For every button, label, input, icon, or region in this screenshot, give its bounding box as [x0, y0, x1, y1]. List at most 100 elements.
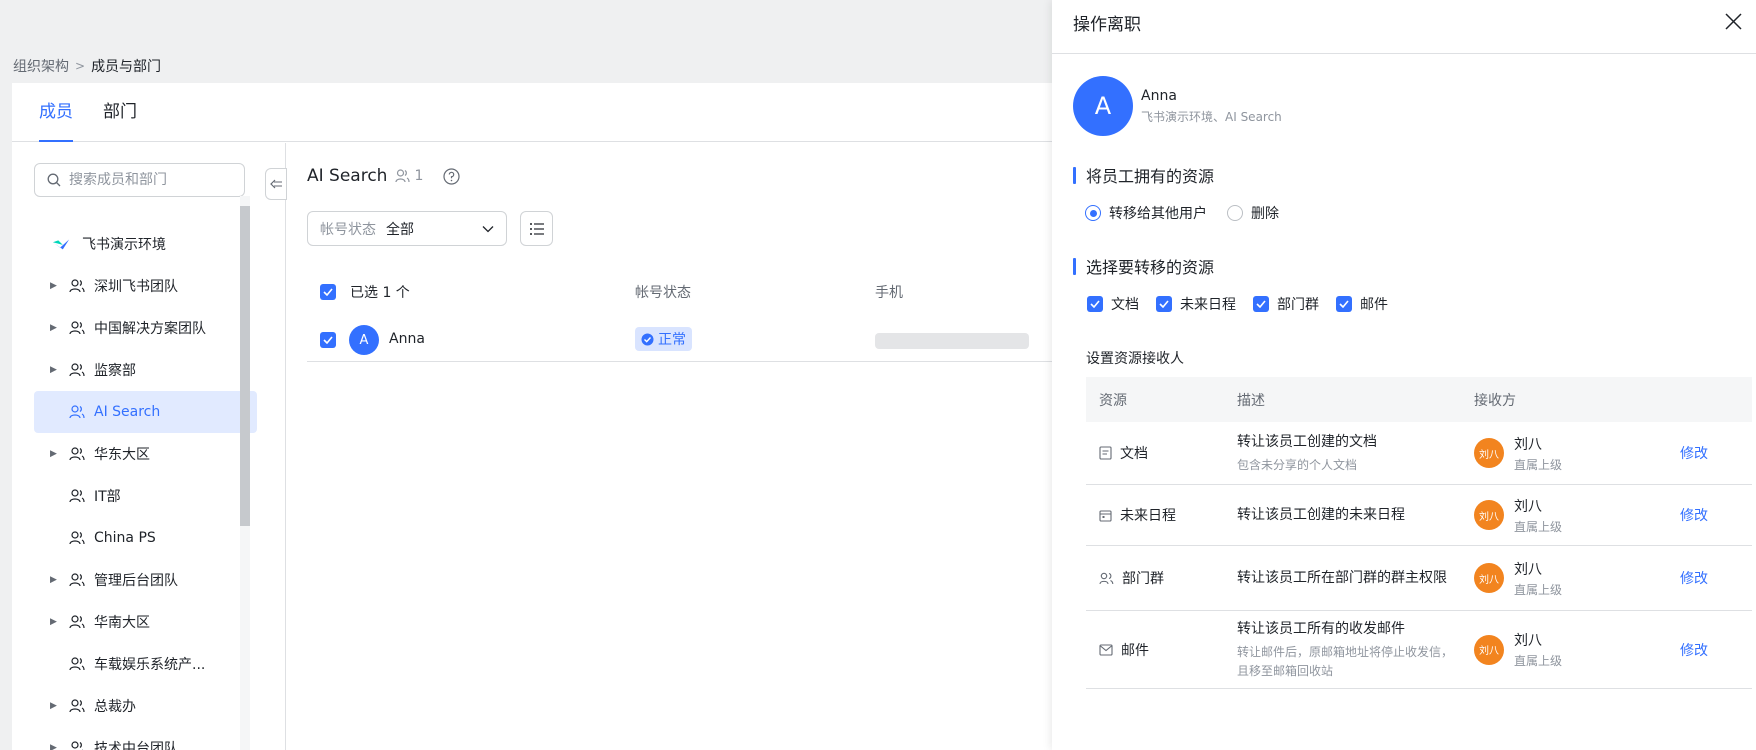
caret-right-icon[interactable]: ▶ [50, 575, 64, 585]
doc-icon [1099, 446, 1112, 460]
department-icon [68, 488, 86, 504]
caret-right-icon[interactable]: ▶ [50, 701, 64, 711]
receiver-role: 直属上级 [1514, 582, 1563, 597]
sidebar-item-label: 监察部 [94, 363, 136, 379]
radio-transfer[interactable]: 转移给其他用户 [1085, 203, 1207, 223]
column-header-desc: 描述 [1237, 392, 1265, 409]
sidebar-item[interactable]: ▶ 管理后台团队 [34, 559, 257, 601]
check-icon [323, 336, 333, 344]
members-icon [395, 169, 411, 183]
sidebar-item-label: IT部 [94, 489, 121, 505]
member-count: 1 [395, 168, 423, 184]
status-badge: 正常 [635, 327, 692, 351]
receiver-table: 资源 描述 接收方 文档 转让该员工创建的文档 包含未分享的个人文档 刘八 刘八 直属上级… [1086, 377, 1752, 689]
avatar: 刘八 [1474, 438, 1504, 468]
sidebar-item[interactable]: ▶ 华南大区 [34, 601, 257, 643]
column-header-resource: 资源 [1099, 392, 1127, 409]
resource-checkbox[interactable]: 未来日程 [1156, 294, 1236, 314]
help-icon[interactable] [443, 167, 460, 185]
resource-desc: 转让该员工所在部门群的群主权限 [1237, 570, 1447, 586]
modify-link[interactable]: 修改 [1680, 640, 1752, 660]
sidebar-item[interactable]: ▶ 深圳飞书团队 [34, 265, 257, 307]
sidebar-item[interactable]: ▶ 中国解决方案团队 [34, 307, 257, 349]
department-icon [68, 278, 86, 294]
column-settings-button[interactable] [520, 211, 553, 246]
section-title-text: 将员工拥有的资源 [1086, 167, 1215, 186]
caret-right-icon[interactable]: ▶ [50, 365, 64, 375]
resource-checkbox[interactable]: 部门群 [1253, 294, 1319, 314]
caret-right-icon[interactable]: ▶ [50, 449, 64, 459]
receiver-role: 直属上级 [1514, 654, 1563, 668]
resource-checkbox[interactable]: 邮件 [1336, 294, 1388, 314]
resource-name: 文档 [1120, 446, 1148, 462]
tree-root[interactable]: 飞书演示环境 [34, 223, 257, 265]
breadcrumb-root[interactable]: 组织架构 [13, 56, 69, 76]
scrollbar-thumb[interactable] [240, 206, 250, 526]
mail-icon [1099, 643, 1113, 656]
caret-right-icon[interactable]: ▶ [50, 617, 64, 627]
resource-desc: 转让该员工创建的文档 [1237, 434, 1377, 450]
checkbox-label: 邮件 [1360, 297, 1388, 313]
resource-checkbox-group: 文档 未来日程 部门群 邮件 [1087, 294, 1388, 314]
sidebar-item-label: 车载娱乐系统产... [94, 657, 206, 673]
table-row[interactable]: A Anna 正常 [307, 320, 1067, 362]
tab-bar: 成员 部门 [12, 83, 1072, 142]
sidebar-item-label: 技术中台团队 [94, 741, 178, 750]
sidebar-item-label: 深圳飞书团队 [94, 279, 178, 295]
check-icon [323, 288, 333, 296]
search-input[interactable] [69, 172, 229, 188]
filter-key: 帐号状态 [320, 221, 376, 238]
close-button[interactable] [1722, 10, 1744, 32]
sidebar-item[interactable]: AI Search [34, 391, 257, 433]
member-name[interactable]: Anna [389, 331, 425, 347]
checkbox-label: 未来日程 [1180, 297, 1236, 313]
sidebar-item[interactable]: IT部 [34, 475, 257, 517]
member-count-value: 1 [414, 168, 424, 184]
sidebar-item[interactable]: ▶ 监察部 [34, 349, 257, 391]
sidebar-item[interactable]: 车载娱乐系统产... [34, 643, 257, 685]
checkbox-label: 部门群 [1277, 297, 1319, 313]
radio-delete[interactable]: 删除 [1227, 203, 1279, 223]
tab-members[interactable]: 成员 [39, 83, 73, 142]
modify-link[interactable]: 修改 [1680, 505, 1752, 525]
department-icon [68, 446, 86, 462]
resource-checkbox[interactable]: 文档 [1087, 294, 1139, 314]
tab-departments[interactable]: 部门 [103, 83, 137, 141]
drawer-title: 操作离职 [1073, 15, 1141, 35]
modify-link[interactable]: 修改 [1680, 568, 1752, 588]
phone-placeholder [875, 333, 1029, 349]
sidebar-item-label: 华南大区 [94, 615, 150, 631]
sidebar-item[interactable]: China PS [34, 517, 257, 559]
checkbox-checked-icon [1087, 296, 1103, 312]
close-icon [1724, 12, 1742, 30]
collapse-sidebar-button[interactable] [265, 168, 287, 200]
sidebar-item[interactable]: ▶ 技术中台团队 [34, 727, 257, 750]
department-icon [68, 530, 86, 546]
resource-name: 邮件 [1121, 642, 1149, 659]
sidebar-item[interactable]: ▶ 华东大区 [34, 433, 257, 475]
caret-right-icon[interactable]: ▶ [50, 323, 64, 333]
sidebar-item-label: 华东大区 [94, 447, 150, 463]
receiver-role: 直属上级 [1514, 457, 1563, 472]
resource-action-radio-group: 转移给其他用户 删除 [1085, 203, 1279, 223]
member-table-header: 已选 1 个 帐号状态 手机 [307, 276, 1067, 308]
receiver-name: 刘八 [1514, 498, 1542, 515]
table-row: 文档 转让该员工创建的文档 包含未分享的个人文档 刘八 刘八 直属上级 修改 [1086, 422, 1752, 485]
collapse-icon [270, 179, 282, 189]
department-icon [68, 698, 86, 714]
select-all-checkbox[interactable] [320, 284, 336, 300]
resource-name: 部门群 [1122, 571, 1164, 587]
row-checkbox[interactable] [320, 332, 336, 348]
employee-name: Anna [1141, 87, 1177, 104]
caret-right-icon[interactable]: ▶ [50, 281, 64, 291]
column-header-phone: 手机 [875, 285, 903, 301]
checkbox-checked-icon [1156, 296, 1172, 312]
caret-right-icon[interactable]: ▶ [50, 743, 64, 750]
sidebar-scrollbar[interactable] [240, 196, 250, 750]
table-row: 未来日程 转让该员工创建的未来日程 刘八 刘八 直属上级 修改 [1086, 485, 1752, 546]
status-filter-select[interactable]: 帐号状态 全部 [307, 211, 507, 246]
filter-value: 全部 [386, 221, 414, 238]
drawer-header: 操作离职 [1052, 0, 1756, 54]
sidebar-item[interactable]: ▶ 总裁办 [34, 685, 257, 727]
modify-link[interactable]: 修改 [1680, 443, 1752, 463]
